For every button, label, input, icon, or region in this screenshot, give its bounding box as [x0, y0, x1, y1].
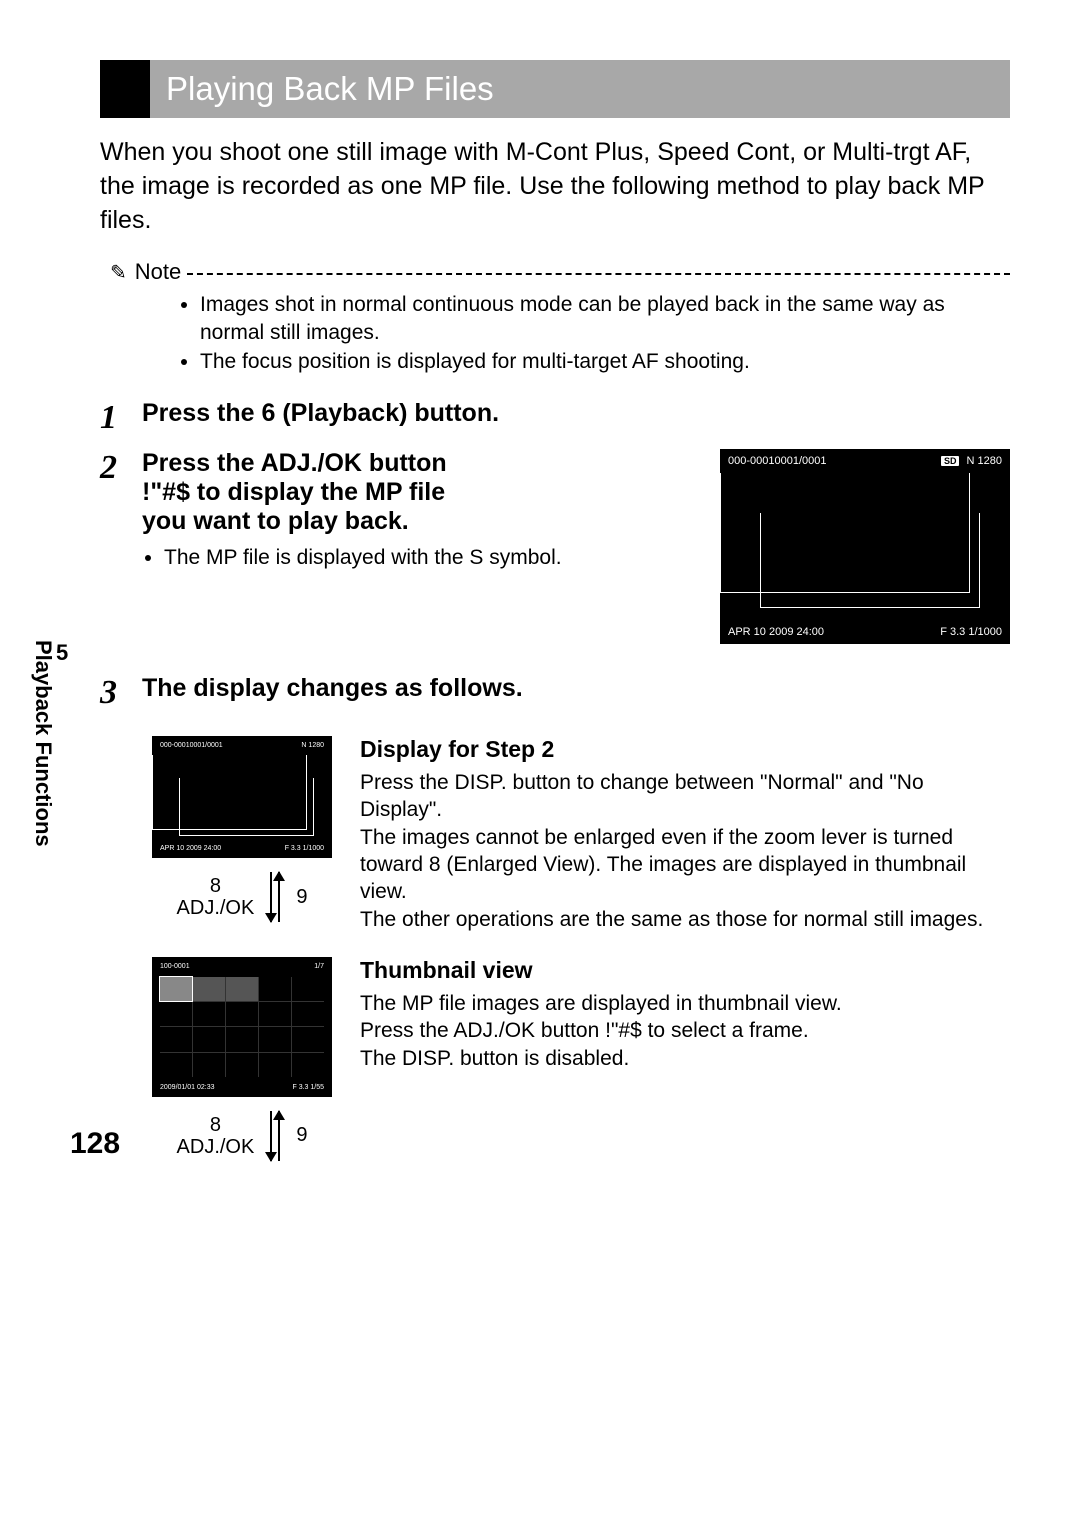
steps: 1 Press the 6 (Playback) button. 2 Press…: [100, 399, 1010, 1161]
side-tab: 5 Playback Functions: [30, 640, 68, 847]
note-icon: ✎: [110, 260, 127, 285]
screen-date: APR 10 2009 24:00: [160, 845, 221, 852]
adj-ok-indicator: 8 ADJ./OK 9: [177, 1111, 308, 1161]
thumbnail-cell-selected: [160, 977, 192, 1001]
adj-symbol: 9: [296, 1124, 307, 1147]
arrow-down-icon: [270, 872, 272, 922]
screen-date: APR 10 2009 24:00: [728, 626, 824, 638]
adj-symbol: 8: [177, 875, 255, 897]
bracket-icon: [760, 513, 980, 608]
thumbnail-cell: [259, 1027, 291, 1051]
body-text: The DISP. button is disabled.: [360, 1045, 1010, 1072]
thumbnail-cell: [226, 1053, 258, 1077]
arrow-up-icon: [278, 1111, 280, 1161]
subsection-heading: Thumbnail view: [360, 957, 1010, 984]
screen-frame: 0001/0001: [190, 742, 223, 749]
step2-line: you want to play back.: [142, 507, 700, 536]
thumbnail-cell: [226, 1027, 258, 1051]
intro-paragraph: When you shoot one still image with M-Co…: [100, 136, 1010, 237]
screen-exposure: F 3.3 1/1000: [285, 845, 324, 852]
note-item: Images shot in normal continuous mode ca…: [200, 291, 1010, 346]
screen-frame: 0001/0001: [775, 455, 827, 467]
camera-screen-thumbnail: 100-0001 1/7: [152, 957, 332, 1097]
screen-date: 2009/01/01 02:33: [160, 1084, 215, 1091]
thumbnail-grid: [160, 977, 324, 1077]
screen-exposure: F 3.3 1/1000: [940, 626, 1002, 638]
note-dash-line: [187, 273, 1010, 275]
thumbnail-cell: [160, 1027, 192, 1051]
adj-symbol: 9: [296, 886, 307, 909]
step-3: 3 The display changes as follows.: [100, 674, 1010, 712]
screen-size: N 1280: [967, 455, 1002, 467]
manual-page: Playing Back MP Files When you shoot one…: [0, 0, 1080, 1201]
step-number: 1: [100, 399, 142, 437]
step-text: Press the 6 (Playback) button.: [142, 399, 1010, 428]
body-text: The MP file images are displayed in thum…: [360, 990, 1010, 1017]
thumbnail-cell: [226, 1002, 258, 1026]
step-number: 2: [100, 449, 142, 487]
step-number: 3: [100, 674, 142, 712]
step-text: The display changes as follows.: [142, 674, 1010, 703]
page-number: 128: [70, 1127, 120, 1161]
thumbnail-cell: [193, 1027, 225, 1051]
thumbnail-cell: [193, 977, 225, 1001]
step-2: 2 Press the ADJ./OK button !"#$ to displ…: [100, 449, 1010, 644]
step2-line: !"#$ to display the MP file: [142, 478, 700, 507]
thumbnail-cell: [292, 1027, 324, 1051]
screen-exposure: F 3.3 1/55: [292, 1084, 324, 1091]
arrow-up-icon: [278, 872, 280, 922]
adj-ok-label: ADJ./OK: [177, 897, 255, 919]
section-title: Playing Back MP Files: [150, 60, 1010, 118]
adj-symbol: 8: [177, 1114, 255, 1136]
section-title-bar: Playing Back MP Files: [100, 60, 1010, 118]
thumbnail-cell: [160, 1053, 192, 1077]
screen-frame: 1/7: [314, 963, 324, 970]
note-block: ✎ Note Images shot in normal continuous …: [110, 259, 1010, 375]
note-list: Images shot in normal continuous mode ca…: [200, 291, 1010, 375]
display-step2-block: 000-0001 0001/0001 N 1280 APR 10 2009 24…: [142, 736, 1010, 933]
body-text: Press the DISP. button to change between…: [360, 769, 1010, 824]
bracket-icon: [179, 778, 314, 836]
note-label: Note: [135, 259, 181, 285]
thumbnail-cell: [259, 1053, 291, 1077]
chapter-label: Playback Functions: [31, 640, 56, 847]
screen-folder: 100-0001: [160, 963, 190, 970]
title-decoration: [100, 60, 150, 118]
thumbnail-cell: [226, 977, 258, 1001]
adj-ok-label: ADJ./OK: [177, 1136, 255, 1158]
step2-bullet: The MP file is displayed with the S symb…: [164, 544, 700, 571]
thumbnail-cell: [259, 977, 291, 1001]
arrow-down-icon: [270, 1111, 272, 1161]
thumbnail-cell: [193, 1002, 225, 1026]
step-1: 1 Press the 6 (Playback) button.: [100, 399, 1010, 437]
thumbnail-cell: [292, 1002, 324, 1026]
sd-icon: SD: [941, 456, 960, 466]
thumbnail-view-block: 100-0001 1/7: [142, 957, 1010, 1161]
camera-screen-large: 000-0001 0001/0001 SD N 1280 APR 10 2009…: [720, 449, 1010, 644]
thumbnail-cell: [292, 977, 324, 1001]
camera-screen-small: 000-0001 0001/0001 N 1280 APR 10 2009 24…: [152, 736, 332, 858]
adj-ok-indicator: 8 ADJ./OK 9: [177, 872, 308, 922]
screen-folder: 000-0001: [728, 455, 775, 467]
thumbnail-cell: [259, 1002, 291, 1026]
step2-line: Press the ADJ./OK button: [142, 449, 700, 478]
subsection-heading: Display for Step 2: [360, 736, 1010, 763]
body-text: Press the ADJ./OK button !"#$ to select …: [360, 1017, 1010, 1044]
body-text: The other operations are the same as tho…: [360, 906, 1010, 933]
thumbnail-cell: [292, 1053, 324, 1077]
screen-size: N 1280: [301, 742, 324, 749]
note-item: The focus position is displayed for mult…: [200, 348, 1010, 375]
chapter-number: 5: [56, 640, 68, 666]
body-text: The images cannot be enlarged even if th…: [360, 824, 1010, 906]
thumbnail-cell: [193, 1053, 225, 1077]
thumbnail-cell: [160, 1002, 192, 1026]
screen-folder: 000-0001: [160, 742, 190, 749]
